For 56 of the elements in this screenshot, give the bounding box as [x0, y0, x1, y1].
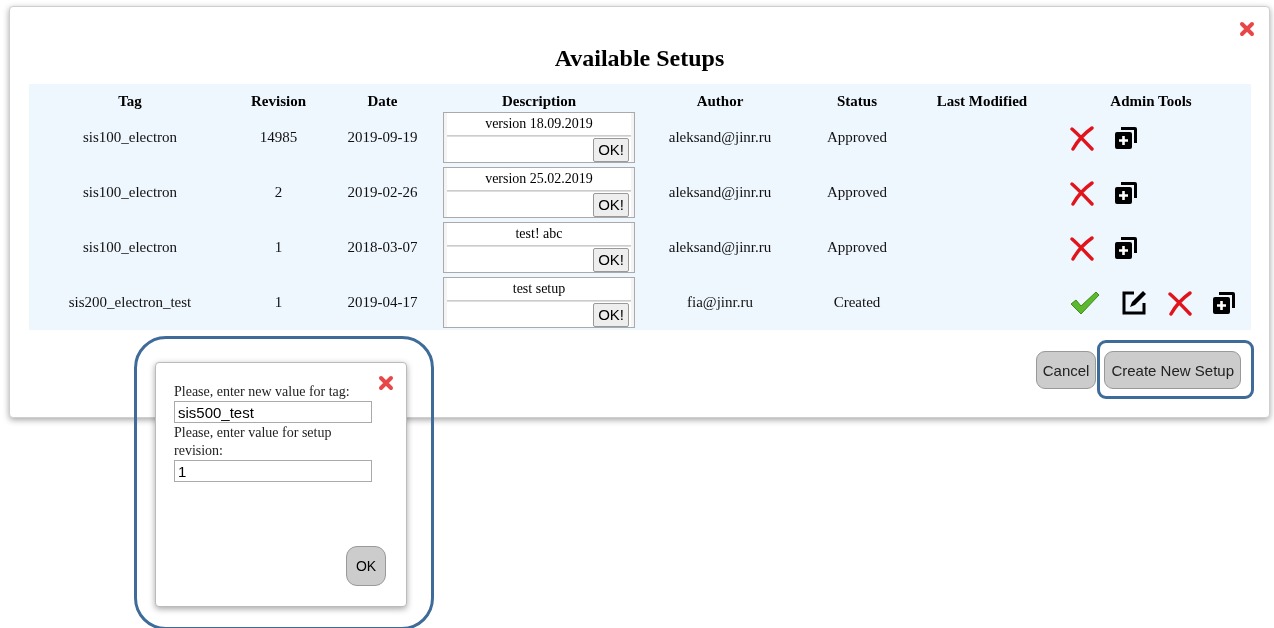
save-button[interactable]: OK!: [593, 247, 629, 272]
column-header: Description: [501, 93, 577, 110]
table-cell: aleksand@jinr.ru: [668, 129, 772, 146]
column-header: Admin Tools: [1110, 93, 1192, 110]
close-icon[interactable]: [378, 375, 394, 391]
save-button[interactable]: OK!: [593, 302, 629, 327]
delete-icon[interactable]: [1069, 234, 1095, 261]
close-icon[interactable]: [1239, 21, 1255, 37]
description-field[interactable]: version 18.09.2019: [447, 113, 631, 136]
table-cell: 14985: [259, 129, 298, 146]
dialog-title: Available Setups: [554, 45, 725, 72]
table-cell: Approved: [827, 184, 887, 201]
column-header: Tag: [118, 93, 142, 110]
dialog-button[interactable]: Create New Setup: [1104, 351, 1241, 389]
delete-icon[interactable]: [1069, 179, 1095, 206]
table-cell: 2019-09-19: [347, 129, 418, 146]
column-header: Status: [837, 93, 877, 110]
input-field[interactable]: 1: [174, 460, 372, 482]
delete-icon[interactable]: [1069, 124, 1095, 151]
table-cell: 1: [274, 294, 283, 311]
check-icon[interactable]: [1069, 289, 1101, 316]
save-button[interactable]: OK!: [593, 137, 629, 162]
description-field[interactable]: test! abc: [447, 223, 631, 246]
description-field[interactable]: version 25.02.2019: [447, 168, 631, 191]
table-cell: sis100_electron: [82, 239, 178, 256]
copy-icon[interactable]: [1212, 290, 1236, 315]
description-field[interactable]: test setup: [447, 278, 631, 301]
table-cell: 2018-03-07: [347, 239, 418, 256]
column-header: Author: [696, 93, 744, 110]
input-field[interactable]: sis500_test: [174, 401, 372, 423]
field-label: Please, enter new value for tag:: [174, 383, 351, 401]
table-cell: aleksand@jinr.ru: [668, 184, 772, 201]
column-header: Last Modified: [936, 93, 1028, 110]
table-cell: sis200_electron_test: [68, 294, 192, 311]
ok-button[interactable]: OK: [346, 546, 386, 586]
delete-icon[interactable]: [1167, 289, 1193, 316]
table-cell: fia@jinr.ru: [687, 294, 753, 311]
dialog-button[interactable]: Cancel: [1035, 351, 1097, 389]
save-button[interactable]: OK!: [593, 192, 629, 217]
copy-icon[interactable]: [1114, 235, 1138, 260]
table-cell: 1: [274, 239, 283, 256]
copy-icon[interactable]: [1114, 125, 1138, 150]
table-cell: aleksand@jinr.ru: [668, 239, 772, 256]
table-cell: Created: [833, 294, 881, 311]
table-cell: sis100_electron: [82, 129, 178, 146]
table-cell: 2019-02-26: [347, 184, 418, 201]
table-cell: 2: [274, 184, 283, 201]
edit-icon[interactable]: [1120, 288, 1148, 317]
table-cell: Approved: [827, 239, 887, 256]
table-cell: sis100_electron: [82, 184, 178, 201]
table-cell: Approved: [827, 129, 887, 146]
table-cell: 2019-04-17: [347, 294, 418, 311]
field-label: Please, enter value for setup revision:: [174, 424, 333, 460]
column-header: Revision: [251, 93, 306, 110]
column-header: Date: [367, 93, 398, 110]
copy-icon[interactable]: [1114, 180, 1138, 205]
